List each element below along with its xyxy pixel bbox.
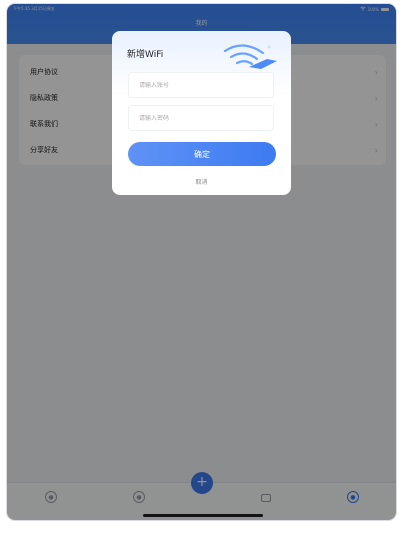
dialog-title: 新增WiFi (127, 50, 164, 60)
password-field[interactable] (128, 105, 274, 131)
wifi-illustration-icon (223, 44, 277, 69)
account-input[interactable] (139, 81, 273, 89)
add-wifi-dialog: 新增WiFi 确定 取消 (112, 31, 291, 195)
account-field[interactable] (128, 72, 274, 98)
cancel-button[interactable]: 取消 (112, 177, 291, 186)
password-input[interactable] (139, 114, 273, 122)
confirm-button[interactable]: 确定 (128, 142, 276, 166)
